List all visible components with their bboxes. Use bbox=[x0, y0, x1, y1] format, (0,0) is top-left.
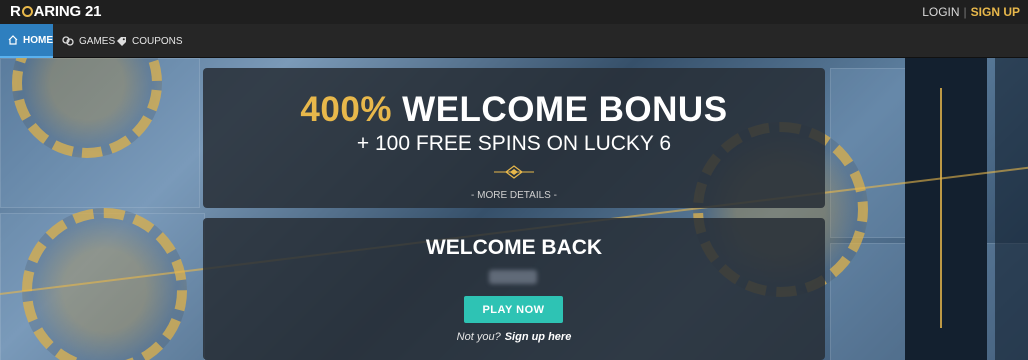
art-deco-ornament-icon bbox=[494, 164, 534, 185]
auth-links: LOGIN | SIGN UP bbox=[922, 5, 1020, 19]
logo-text-end: ARING 21 bbox=[33, 3, 102, 20]
casino-chip-decoration bbox=[22, 208, 187, 360]
background-strap bbox=[905, 58, 987, 360]
welcome-back-panel: WELCOME BACK PLAY NOW Not you? Sign up he… bbox=[203, 218, 825, 360]
more-details-link[interactable]: - MORE DETAILS - bbox=[203, 190, 825, 201]
blurred-username bbox=[489, 270, 537, 284]
auth-separator: | bbox=[963, 5, 967, 19]
sign-up-here-link[interactable]: Sign up here bbox=[505, 331, 572, 343]
bonus-subtitle: + 100 FREE SPINS ON LUCKY 6 bbox=[356, 132, 672, 155]
signup-link[interactable]: SIGN UP bbox=[971, 5, 1020, 19]
background-strap bbox=[995, 58, 1028, 360]
login-link[interactable]: LOGIN bbox=[922, 5, 959, 19]
roaring21-logo[interactable]: R ARING 21 bbox=[10, 3, 101, 20]
gold-stripe-decoration bbox=[940, 88, 942, 328]
chips-icon bbox=[62, 36, 74, 46]
logo-text-start: R bbox=[10, 3, 21, 20]
welcome-back-title: WELCOME BACK bbox=[425, 236, 603, 259]
nav-item-coupons[interactable]: COUPONS bbox=[108, 24, 191, 58]
nav-label: COUPONS bbox=[132, 35, 183, 47]
bonus-title-text: WELCOME BONUS bbox=[391, 90, 728, 129]
bonus-percentage: 400% bbox=[300, 90, 392, 129]
welcome-bonus-panel[interactable]: 400% WELCOME BONUS + 100 FREE SPINS ON L… bbox=[203, 68, 825, 208]
not-you-text: Not you? bbox=[456, 331, 501, 343]
play-now-button[interactable]: PLAY NOW bbox=[464, 296, 563, 323]
top-bar: R ARING 21 LOGIN | SIGN UP bbox=[0, 0, 1028, 24]
nav-label: HOME bbox=[23, 34, 53, 46]
nav-item-home[interactable]: HOME bbox=[0, 24, 53, 58]
tag-icon bbox=[116, 36, 127, 47]
logo-chip-icon bbox=[21, 6, 33, 17]
bonus-title: 400% WELCOME BONUS bbox=[203, 90, 825, 130]
main-nav: HOME GAMES COUPONS bbox=[0, 24, 1028, 58]
not-you-prompt: Not you? Sign up here bbox=[203, 331, 825, 343]
home-icon bbox=[8, 35, 18, 45]
